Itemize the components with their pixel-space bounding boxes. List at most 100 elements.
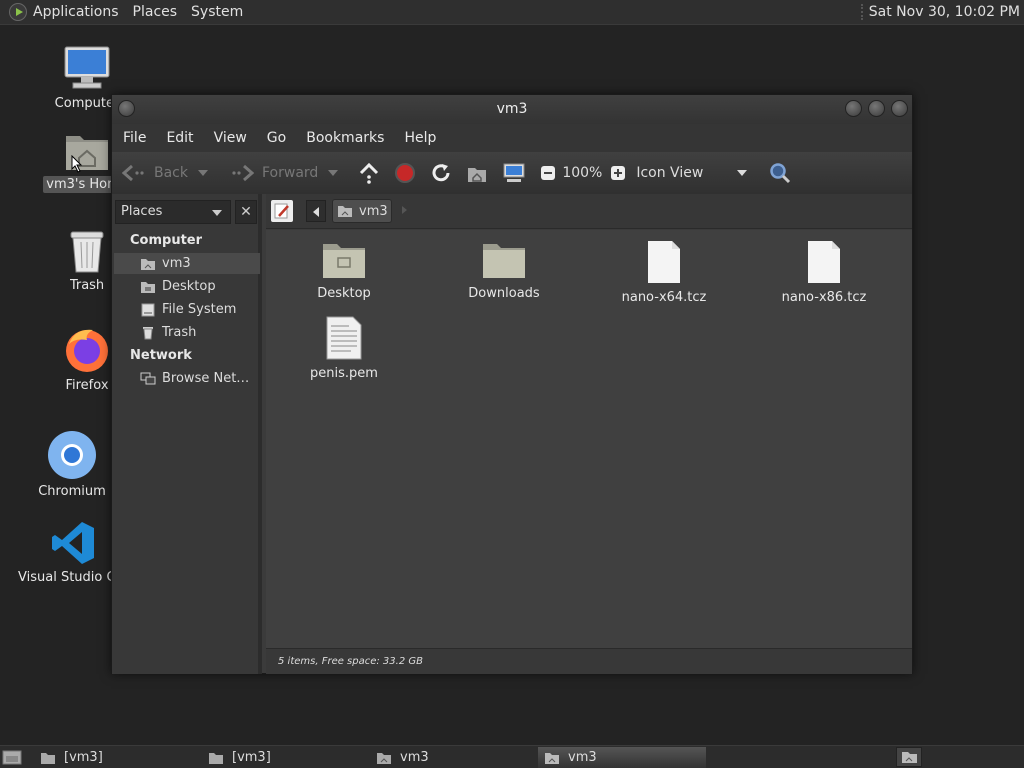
task-vm3-2[interactable]: [vm3] [202,747,368,768]
menu-bookmarks[interactable]: Bookmarks [306,130,384,146]
desktop-label-computer: Computer [54,96,120,111]
menu-go[interactable]: Go [267,130,286,146]
window-titlebar[interactable]: vm3 [112,95,912,124]
up-button[interactable] [358,162,380,184]
home-folder-icon [545,752,559,764]
sidebar-type-select[interactable]: Places [115,200,231,224]
firefox-icon [63,326,111,374]
sidebar-section-network: Network [130,348,192,363]
home-folder-icon [902,752,917,763]
computer-icon [63,44,111,92]
system-menu[interactable]: System [191,4,243,20]
file-item-pem[interactable]: penis.pem [284,316,404,381]
sidebar-item-file-system[interactable]: File System [114,299,260,320]
view-mode-select[interactable]: Icon View [636,165,748,181]
drive-icon [141,303,155,316]
zoom-out-button[interactable] [540,165,556,181]
sidebar-close-button[interactable]: ✕ [235,200,257,224]
stop-button[interactable] [394,162,416,184]
status-bar: 5 items, Free space: 33.2 GB [266,648,912,674]
back-button[interactable]: Back [122,164,208,182]
task-vm3-1[interactable]: [vm3] [34,747,200,768]
desktop-label-firefox: Firefox [65,378,109,393]
zoom-level: 100% [562,165,603,181]
breadcrumb-scroll-left-button[interactable] [306,200,326,222]
sidebar-item-trash[interactable]: Trash [114,322,260,343]
sidebar: Places ✕ Computer vm3 Desktop File Syste… [112,194,262,674]
task-vm3-3[interactable]: vm3 [370,747,536,768]
menu-edit[interactable]: Edit [166,130,193,146]
toggle-location-entry-button[interactable] [271,200,293,222]
reload-icon [432,164,450,182]
chevron-down-icon [737,170,748,176]
window-title: vm3 [496,101,528,117]
maximize-button[interactable] [868,100,885,117]
folder-icon [322,240,366,280]
minimize-button[interactable] [845,100,862,117]
zoom-in-button[interactable] [610,165,626,181]
home-folder-icon [338,206,352,217]
file-item-nano-x64[interactable]: nano-x64.tcz [604,240,724,305]
desktop-label-trash: Trash [69,278,105,293]
workspace-switcher[interactable] [896,747,922,767]
trash-icon [67,228,107,274]
network-icon [140,372,156,384]
search-icon [770,163,791,184]
file-item-desktop[interactable]: Desktop [284,240,404,301]
menubar: File Edit View Go Bookmarks Help [112,124,912,152]
desktop-label-chromium: Chromium [38,484,106,499]
top-panel: Applications Places System Sat Nov 30, 1… [0,0,1024,25]
places-menu[interactable]: Places [133,4,178,20]
forward-button[interactable]: Forward [230,164,339,182]
back-history-dropdown[interactable] [198,170,208,176]
chevron-left-icon [313,207,319,217]
menu-file[interactable]: File [123,130,146,146]
computer-icon [503,163,525,182]
desktop-folder-icon [141,281,155,293]
desktop-icon-chromium[interactable]: Chromium [27,430,117,503]
text-file-icon [325,316,363,360]
mouse-cursor-icon [71,155,83,173]
view-mode-label: Icon View [636,165,704,181]
reload-button[interactable] [430,162,452,184]
home-folder-icon [141,258,155,270]
chromium-icon [47,430,97,480]
sidebar-section-computer: Computer [130,233,203,248]
applications-logo-icon[interactable] [9,3,27,21]
task-vm3-active[interactable]: vm3 [538,747,706,768]
breadcrumb-vm3[interactable]: vm3 [332,199,392,223]
sidebar-item-browse-network[interactable]: Browse Net… [114,368,260,389]
trash-icon [143,326,153,339]
file-item-nano-x86[interactable]: nano-x86.tcz [764,240,884,305]
close-button[interactable] [891,100,908,117]
vscode-icon [50,520,96,566]
home-button[interactable] [466,162,488,184]
file-manager-window: vm3 File Edit View Go Bookmarks Help Bac… [111,94,913,674]
applications-menu[interactable]: Applications [33,4,119,20]
stop-icon [395,163,416,183]
sidebar-item-vm3[interactable]: vm3 [114,253,260,274]
document-icon [806,240,842,284]
menu-help[interactable]: Help [404,130,436,146]
folder-icon [482,240,526,280]
pencil-icon [274,203,289,219]
search-button[interactable] [769,162,791,184]
toolbar: Back Forward 100% Icon View [112,152,912,194]
home-folder-icon [377,752,391,764]
clock[interactable]: Sat Nov 30, 10:02 PM [860,4,1020,20]
file-item-downloads[interactable]: Downloads [444,240,564,301]
file-view[interactable]: Desktop Downloads nano-x64.tcz nano-x86.… [266,230,912,648]
desktop-icon [2,750,22,765]
forward-history-dropdown[interactable] [328,170,339,176]
window-menu-button[interactable] [118,100,135,117]
document-icon [646,240,682,284]
zoom-out-icon [541,166,556,180]
zoom-in-icon [611,166,626,180]
sidebar-item-desktop[interactable]: Desktop [114,276,260,297]
back-arrow-icon [122,164,144,182]
computer-button[interactable] [502,162,526,184]
breadcrumb-scroll-right-icon[interactable] [402,206,407,214]
up-arrow-icon [360,162,379,184]
menu-view[interactable]: View [214,130,247,146]
show-desktop-button[interactable] [2,748,22,766]
